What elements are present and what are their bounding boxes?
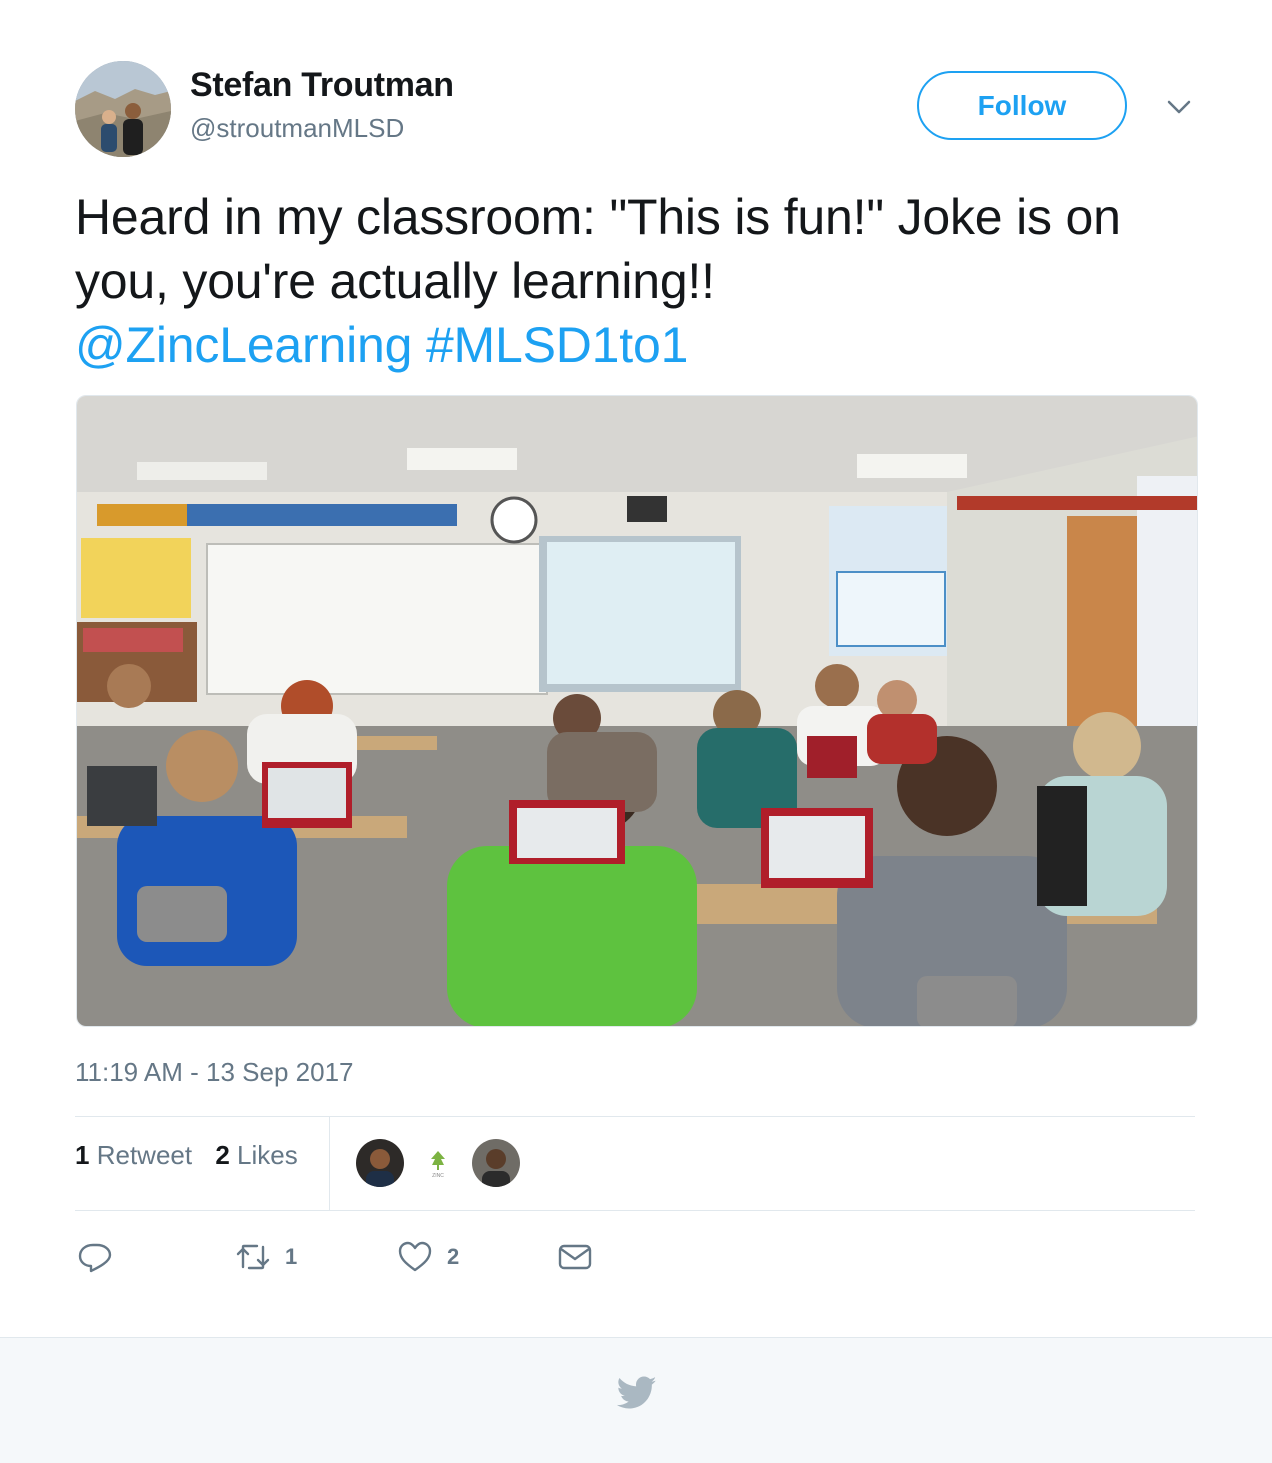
tweet-body: Heard in my classroom: "This is fun!" Jo… [75, 189, 1121, 309]
liker-avatar-zinc[interactable]: ZINC [414, 1139, 462, 1187]
direct-message-button[interactable] [557, 1235, 593, 1279]
likes-label: Likes [237, 1140, 298, 1170]
hashtag-link[interactable]: #MLSD1to1 [426, 317, 688, 373]
retweet-stat[interactable]: 1 Retweet [75, 1140, 192, 1171]
user-avatar[interactable] [75, 61, 171, 157]
liker-avatar-2[interactable] [472, 1139, 520, 1187]
divider [75, 1210, 1195, 1211]
chevron-down-icon[interactable] [1164, 92, 1194, 122]
heart-icon [398, 1241, 432, 1272]
tweet-stats: 1 Retweet 2 Likes [75, 1140, 314, 1171]
reply-icon [78, 1243, 112, 1273]
liker-avatar-1[interactable] [356, 1139, 404, 1187]
divider [75, 1116, 1195, 1117]
stats-divider [329, 1117, 330, 1210]
mention-link[interactable]: @ZincLearning [75, 317, 412, 373]
like-action-count: 2 [447, 1244, 460, 1269]
tweet-card: Stefan Troutman @stroutmanMLSD Follow He… [0, 0, 1272, 1337]
twitter-bird-icon[interactable] [616, 1375, 657, 1411]
retweet-label: Retweet [96, 1140, 193, 1170]
zinc-label: ZINC [432, 1173, 444, 1179]
likes-stat[interactable]: 2 Likes [215, 1140, 297, 1171]
tweet-photo[interactable] [76, 395, 1198, 1027]
user-handle[interactable]: @stroutmanMLSD [190, 113, 404, 144]
retweet-icon [236, 1244, 270, 1270]
like-button[interactable]: 2 [397, 1235, 459, 1279]
envelope-icon [558, 1244, 592, 1270]
reply-button[interactable] [77, 1235, 113, 1279]
retweet-count: 1 [75, 1140, 90, 1170]
follow-button[interactable]: Follow [917, 71, 1127, 140]
tweet-text: Heard in my classroom: "This is fun!" Jo… [75, 185, 1205, 377]
display-name[interactable]: Stefan Troutman [190, 66, 454, 105]
retweet-button[interactable]: 1 [235, 1235, 297, 1279]
retweet-action-count: 1 [285, 1244, 298, 1269]
tweet-timestamp[interactable]: 11:19 AM - 13 Sep 2017 [75, 1057, 354, 1088]
likes-count: 2 [215, 1140, 230, 1170]
